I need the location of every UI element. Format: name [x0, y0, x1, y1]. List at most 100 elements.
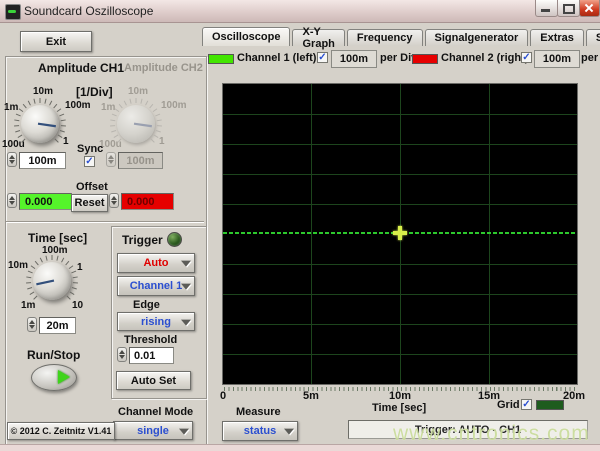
knob-scale-label: 10m: [33, 86, 53, 97]
channel1-checkbox[interactable]: ✓: [317, 52, 328, 63]
knob-scale-label: 10m: [128, 86, 148, 97]
checkmark-icon: ✓: [318, 52, 326, 63]
channel2-per-div-label: per Div: [581, 52, 600, 64]
threshold-label: Threshold: [124, 334, 177, 346]
chevron-down-icon: [181, 319, 191, 325]
chevron-down-icon: [181, 284, 191, 290]
channel2-color-swatch: [412, 54, 438, 64]
offset-title: Offset: [76, 181, 108, 193]
x-axis-title: Time [sec]: [372, 402, 426, 414]
measure-label: Measure: [236, 406, 281, 418]
run-stop-button[interactable]: [31, 364, 77, 391]
per-div-unit-label: [1/Div]: [76, 85, 113, 99]
trigger-title: Trigger: [122, 233, 163, 247]
chevron-down-icon: [284, 429, 294, 435]
grid-line: [223, 324, 577, 325]
exit-button[interactable]: Exit: [20, 31, 92, 52]
channel1-label: Channel 1 (left): [237, 52, 316, 64]
amplitude-ch1-title: Amplitude CH1: [38, 61, 124, 75]
channel2-scale-field[interactable]: 100m: [534, 50, 580, 68]
channel1-color-swatch: [208, 54, 234, 64]
channel-mode-value: single: [137, 425, 169, 437]
grid-line: [489, 84, 490, 384]
amplitude-ch2-knob: [109, 97, 163, 151]
tab-extras[interactable]: Extras: [530, 29, 584, 46]
offset-ch2-spinner[interactable]: [109, 193, 119, 208]
time-value[interactable]: 20m: [39, 317, 76, 334]
amplitude-ch1-knob[interactable]: [13, 97, 67, 151]
window-title: Soundcard Oszilloscope: [24, 4, 153, 18]
checkmark-icon: ✓: [522, 399, 530, 410]
x-tick-label: 20m: [563, 390, 585, 402]
sync-checkbox[interactable]: ✓: [84, 156, 95, 167]
trigger-source-value: Channel 1: [130, 280, 183, 292]
time-spinner[interactable]: [27, 317, 37, 332]
channel1-scale-field[interactable]: 100m: [331, 50, 377, 68]
grid-line: [223, 144, 577, 145]
grid-checkbox[interactable]: ✓: [521, 399, 532, 410]
channel-mode-label: Channel Mode: [118, 406, 193, 418]
chevron-down-icon: [181, 261, 191, 267]
auto-set-button[interactable]: Auto Set: [116, 371, 191, 390]
threshold-spinner[interactable]: [117, 347, 127, 362]
trigger-edge-value: rising: [141, 316, 171, 328]
amplitude-ch1-spinner[interactable]: [7, 152, 17, 167]
tab-signalgenerator[interactable]: Signalgenerator: [425, 29, 529, 46]
tab-frequency[interactable]: Frequency: [347, 29, 423, 46]
cursor-crosshair-icon[interactable]: [398, 226, 402, 240]
amplitude-ch2-title: Amplitude CH2: [124, 62, 203, 74]
tab-bar: Oscilloscope X-Y Graph Frequency Signalg…: [202, 28, 600, 46]
time-knob[interactable]: [25, 254, 79, 308]
trigger-source-dropdown[interactable]: Channel 1: [117, 276, 195, 296]
knob-scale-label: 100m: [65, 100, 91, 111]
edge-label: Edge: [133, 299, 160, 311]
x-tick-label: 5m: [303, 390, 319, 402]
grid-line: [223, 114, 577, 115]
offset-reset-button[interactable]: Reset: [71, 194, 108, 212]
checkmark-icon: ✓: [522, 52, 530, 63]
grid-line: [311, 84, 312, 384]
maximize-button[interactable]: [557, 0, 580, 17]
tab-xy-graph[interactable]: X-Y Graph: [292, 29, 344, 46]
title-bar[interactable]: Soundcard Oszilloscope: [0, 0, 600, 23]
sync-label: Sync: [77, 143, 103, 155]
channel-mode-dropdown[interactable]: single: [113, 421, 193, 440]
offset-ch1-value[interactable]: 0.000: [19, 193, 72, 210]
checkmark-icon: ✓: [85, 156, 93, 167]
amplitude-ch1-value[interactable]: 100m: [19, 152, 66, 169]
trigger-mode-value: Auto: [143, 257, 168, 269]
offset-ch2-value[interactable]: 0.000: [121, 193, 174, 210]
trigger-edge-dropdown[interactable]: rising: [117, 312, 195, 331]
chevron-down-icon: [179, 428, 189, 434]
amplitude-ch2-value: 100m: [118, 152, 163, 169]
measure-status-dropdown[interactable]: status: [222, 421, 298, 441]
grid-color-swatch: [536, 400, 564, 410]
oscilloscope-display[interactable]: [222, 83, 578, 385]
trigger-led: [167, 232, 182, 247]
x-tick-label: 10m: [389, 390, 411, 402]
channel2-label: Channel 2 (right): [441, 52, 528, 64]
grid-line: [223, 174, 577, 175]
threshold-value[interactable]: 0.01: [129, 347, 174, 364]
grid-toggle-label: Grid: [497, 399, 520, 411]
minimize-button[interactable]: [535, 0, 558, 17]
grid-line: [223, 294, 577, 295]
play-icon: [58, 370, 70, 384]
time-title: Time [sec]: [28, 231, 87, 245]
grid-line: [223, 354, 577, 355]
close-button[interactable]: [579, 0, 600, 17]
tab-oscilloscope[interactable]: Oscilloscope: [202, 27, 290, 46]
copyright-label: © 2012 C. Zeitnitz V1.41: [7, 422, 115, 440]
grid-line: [223, 264, 577, 265]
amplitude-ch2-spinner: [106, 152, 116, 167]
offset-ch1-spinner[interactable]: [7, 193, 17, 208]
panel-divider: [6, 221, 204, 222]
x-tick-label: 0: [220, 390, 226, 402]
measure-status-value: status: [244, 425, 276, 437]
app-icon: [5, 4, 21, 20]
channel2-checkbox[interactable]: ✓: [521, 52, 532, 63]
watermark: www.cntronics.com: [393, 422, 590, 446]
knob-scale-label: 100m: [161, 100, 187, 111]
trigger-mode-dropdown[interactable]: Auto: [117, 253, 195, 273]
tab-settings[interactable]: Settings: [586, 29, 600, 46]
